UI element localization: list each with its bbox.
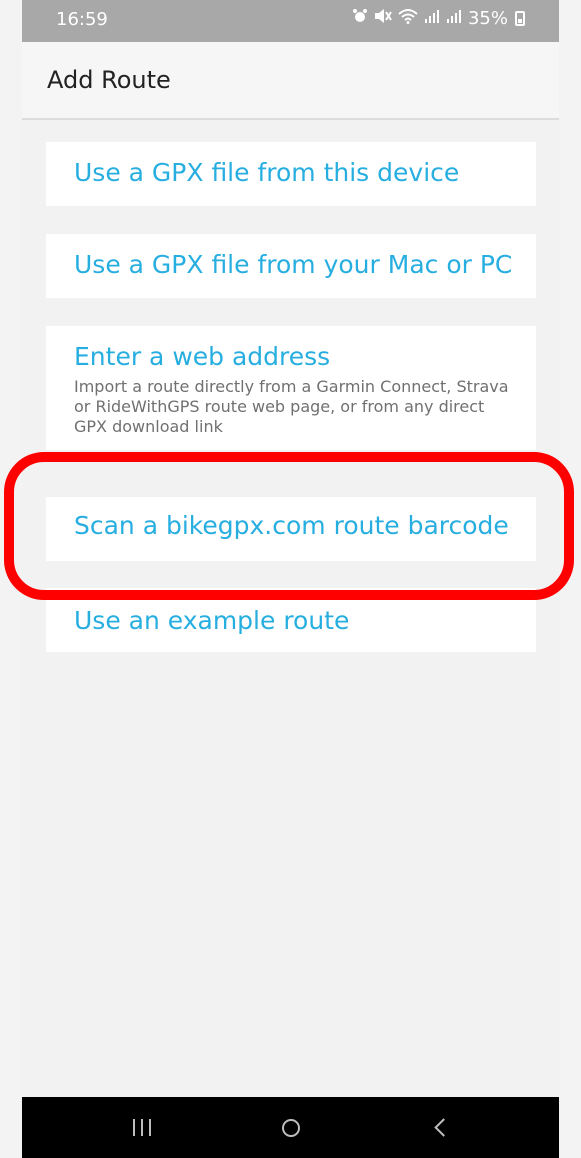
recent-apps-button[interactable] (102, 1097, 182, 1158)
option-title: Use an example route (74, 606, 350, 635)
signal-icon (424, 8, 440, 29)
option-gpx-mac-or-pc[interactable]: Use a GPX file from your Mac or PC (46, 234, 536, 298)
navigation-bar (22, 1097, 559, 1158)
home-icon (282, 1118, 300, 1137)
battery-icon (515, 11, 525, 26)
wifi-icon (398, 8, 418, 29)
alarm-icon (352, 8, 368, 29)
status-time: 16:59 (56, 9, 108, 30)
back-button[interactable] (400, 1097, 480, 1158)
option-title: Scan a bikegpx.com route barcode (74, 511, 509, 540)
option-example-route[interactable]: Use an example route (46, 588, 536, 652)
option-gpx-this-device[interactable]: Use a GPX file from this device (46, 142, 536, 206)
option-scan-barcode[interactable]: Scan a bikegpx.com route barcode (46, 497, 536, 561)
option-title: Use a GPX file from this device (74, 158, 460, 187)
option-title: Use a GPX file from your Mac or PC (74, 250, 513, 279)
recent-apps-icon (133, 1119, 151, 1136)
signal-icon (446, 8, 462, 29)
page-title: Add Route (47, 66, 171, 94)
battery-percent: 35% (467, 8, 508, 29)
option-title: Enter a web address (74, 342, 331, 371)
option-web-address[interactable]: Enter a web address Import a route direc… (46, 326, 536, 450)
status-bar: 16:59 35% (22, 0, 559, 42)
home-button[interactable] (251, 1097, 331, 1158)
screen: 16:59 35% Add Route Use a GPX file from … (0, 0, 581, 1158)
mute-icon (374, 8, 392, 29)
toolbar: Add Route (22, 42, 559, 120)
options-list: Use a GPX file from this device Use a GP… (22, 120, 559, 1097)
option-description: Import a route directly from a Garmin Co… (74, 377, 509, 436)
back-icon (433, 1118, 453, 1137)
status-icons: 35% (352, 8, 525, 29)
